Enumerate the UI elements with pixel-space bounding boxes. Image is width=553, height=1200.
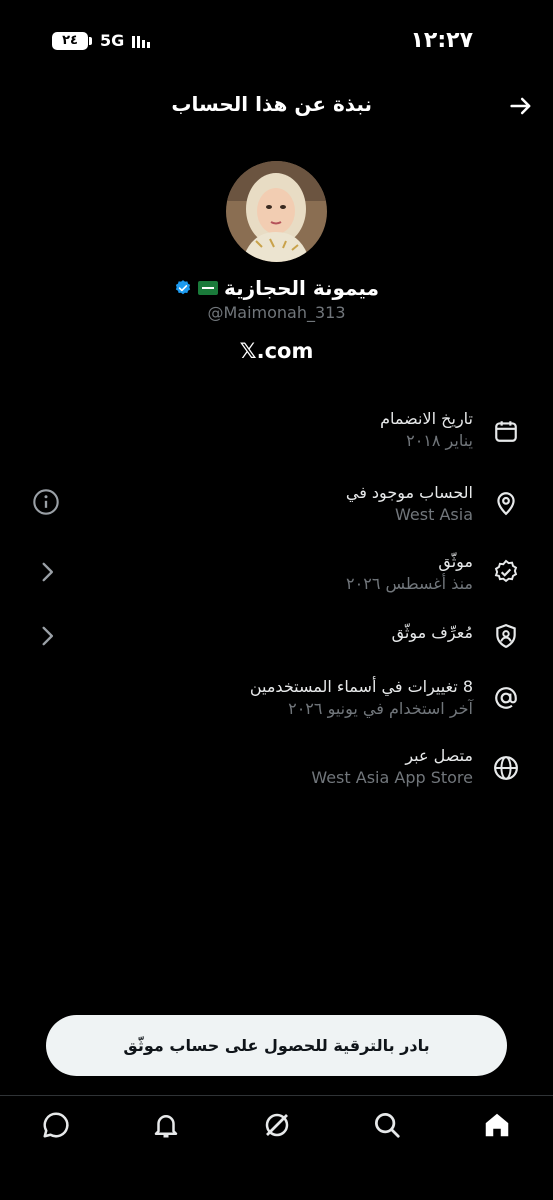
row-title: 8 تغييرات في أسماء المستخدمين [249, 677, 473, 696]
row-username-changes: 8 تغييرات في أسماء المستخدمين آخر استخدا… [0, 674, 553, 734]
chat-icon[interactable] [41, 1110, 71, 1140]
saudi-flag-icon [198, 281, 219, 295]
row-verified[interactable]: موثّق منذ أغسطس ٢٠٢٦ [0, 548, 553, 608]
chevron-left-icon[interactable] [32, 622, 60, 650]
row-title: الحساب موجود في [345, 483, 473, 502]
signal-icon [132, 34, 151, 48]
home-icon[interactable] [482, 1110, 512, 1140]
at-sign-icon [495, 687, 517, 709]
bottom-nav [0, 1095, 553, 1200]
row-title: متصل عبر [405, 746, 473, 765]
row-subtitle: West Asia App Store [311, 768, 473, 787]
row-subtitle: West Asia [395, 505, 473, 524]
row-location: الحساب موجود في West Asia [0, 480, 553, 540]
bell-icon[interactable] [151, 1110, 181, 1140]
page-title: نبذة عن هذا الحساب [171, 92, 372, 116]
row-subtitle: آخر استخدام في يونيو ٢٠٢٦ [288, 699, 473, 718]
website-label: 𝕏.com [239, 339, 314, 363]
network-type: 5G [100, 31, 125, 50]
status-left: ٢٤ 5G [52, 31, 151, 50]
profile-handle: @Maimonah_313 [207, 303, 346, 322]
profile-name-row: ميمونة الحجازية [0, 276, 553, 300]
verified-badge-icon [494, 559, 518, 583]
header: نبذة عن هذا الحساب [0, 88, 553, 124]
chevron-left-icon[interactable] [32, 558, 60, 586]
status-bar: ٢٤ 5G ١٢:٢٧ [0, 0, 553, 80]
battery-icon: ٢٤ [52, 31, 92, 50]
grok-icon[interactable] [262, 1110, 292, 1140]
location-pin-icon [497, 492, 515, 516]
row-subtitle: منذ أغسطس ٢٠٢٦ [346, 574, 473, 593]
row-title: تاريخ الانضمام [380, 409, 473, 428]
id-shield-icon [496, 624, 516, 649]
search-icon[interactable] [372, 1110, 402, 1140]
profile-name: ميمونة الحجازية [224, 276, 379, 300]
row-join-date: تاريخ الانضمام يناير ٢٠١٨ [0, 405, 553, 465]
calendar-icon [495, 421, 517, 442]
upgrade-button[interactable]: بادر بالترقية للحصول على حساب موثّق [46, 1015, 507, 1076]
arrow-right-icon[interactable] [507, 92, 535, 120]
row-verified-id[interactable]: مُعرِّف موثّق [0, 606, 553, 666]
info-icon[interactable] [32, 488, 60, 516]
avatar[interactable] [226, 161, 327, 262]
status-time: ١٢:٢٧ [410, 28, 473, 53]
row-subtitle: يناير ٢٠١٨ [406, 431, 473, 450]
row-connected-via: متصل عبر West Asia App Store [0, 743, 553, 803]
row-title: موثّق [438, 552, 473, 571]
verified-icon[interactable] [174, 279, 192, 297]
globe-icon [494, 756, 518, 780]
battery-level: ٢٤ [52, 31, 88, 50]
row-title: مُعرِّف موثّق [391, 623, 473, 642]
